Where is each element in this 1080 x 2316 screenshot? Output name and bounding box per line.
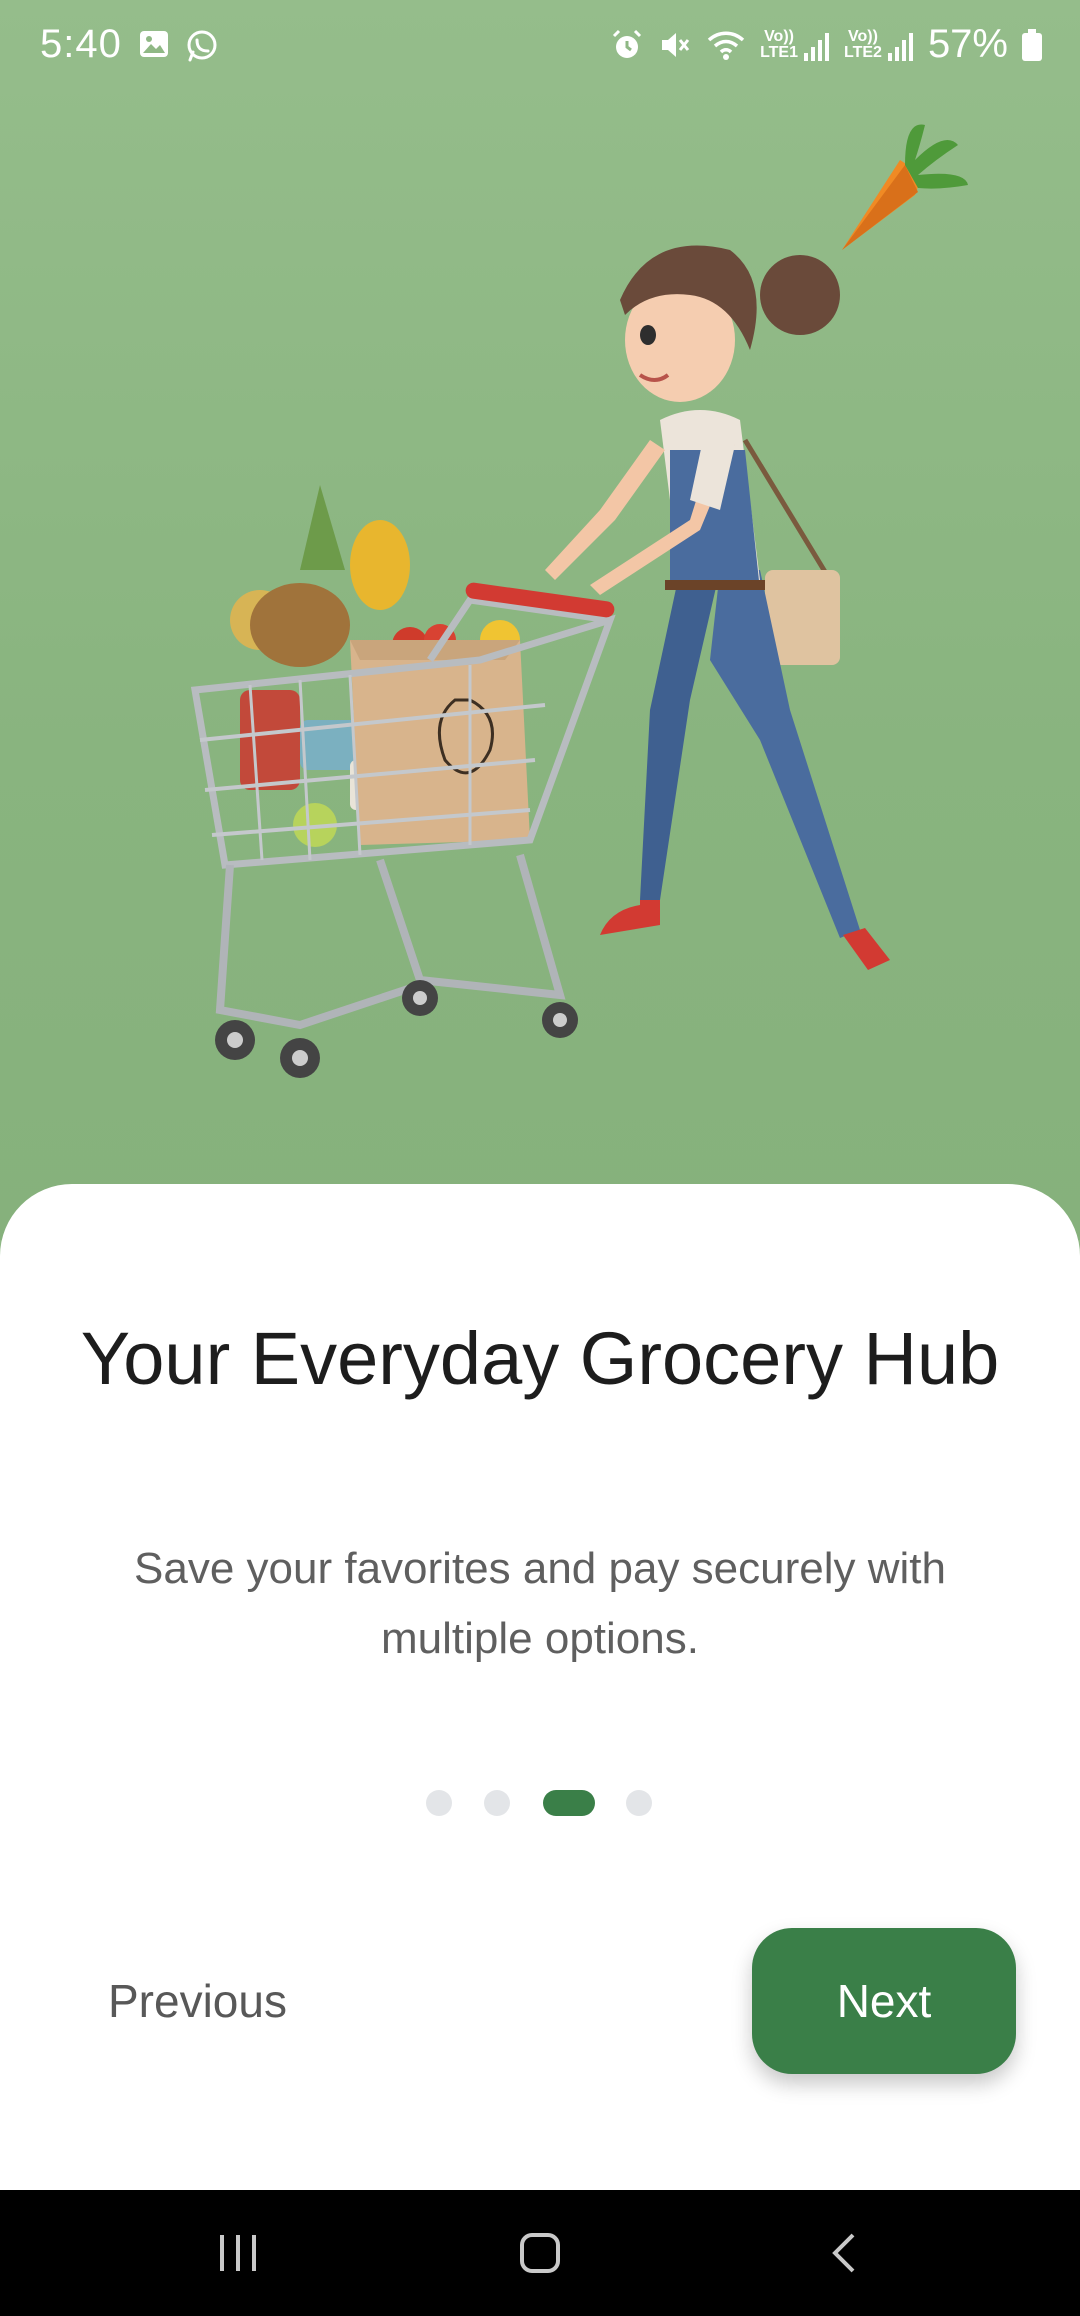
gallery-icon xyxy=(140,31,168,57)
recents-button[interactable] xyxy=(198,2220,278,2286)
navigation-bar xyxy=(0,2190,1080,2316)
battery-percent: 57% xyxy=(927,22,1008,66)
page-dot-4[interactable] xyxy=(626,1790,652,1816)
next-button[interactable]: Next xyxy=(752,1928,1016,2074)
whatsapp-icon xyxy=(187,30,217,62)
mute-icon xyxy=(662,32,690,57)
home-button[interactable] xyxy=(500,2220,580,2286)
previous-button[interactable]: Previous xyxy=(108,1966,318,2036)
page-dot-1[interactable] xyxy=(426,1790,452,1816)
page-dot-2[interactable] xyxy=(484,1790,510,1816)
carrot-icon xyxy=(842,124,968,250)
wifi-icon xyxy=(707,31,745,60)
onboarding-title: Your Everyday Grocery Hub xyxy=(80,1317,1000,1400)
onboarding-subtitle: Save your favorites and pay securely wit… xyxy=(134,1544,946,1663)
recents-icon xyxy=(220,2235,256,2271)
status-time: 5:40 xyxy=(40,22,122,66)
alarm-icon xyxy=(613,29,642,58)
shopper-illustration xyxy=(190,124,968,1078)
back-button[interactable] xyxy=(804,2220,884,2286)
signal-sim2-icon: Vo)) LTE2 xyxy=(844,28,914,61)
battery-icon xyxy=(1022,28,1042,61)
page-dot-3-active[interactable] xyxy=(543,1790,595,1816)
home-icon xyxy=(520,2233,560,2273)
status-bar: 5:40 Vo)) LTE1 Vo)) LTE2 57% xyxy=(0,0,1080,96)
page-indicator xyxy=(0,1786,1080,1816)
back-icon xyxy=(832,2233,855,2273)
signal-sim1-icon: Vo)) LTE1 xyxy=(760,28,830,61)
